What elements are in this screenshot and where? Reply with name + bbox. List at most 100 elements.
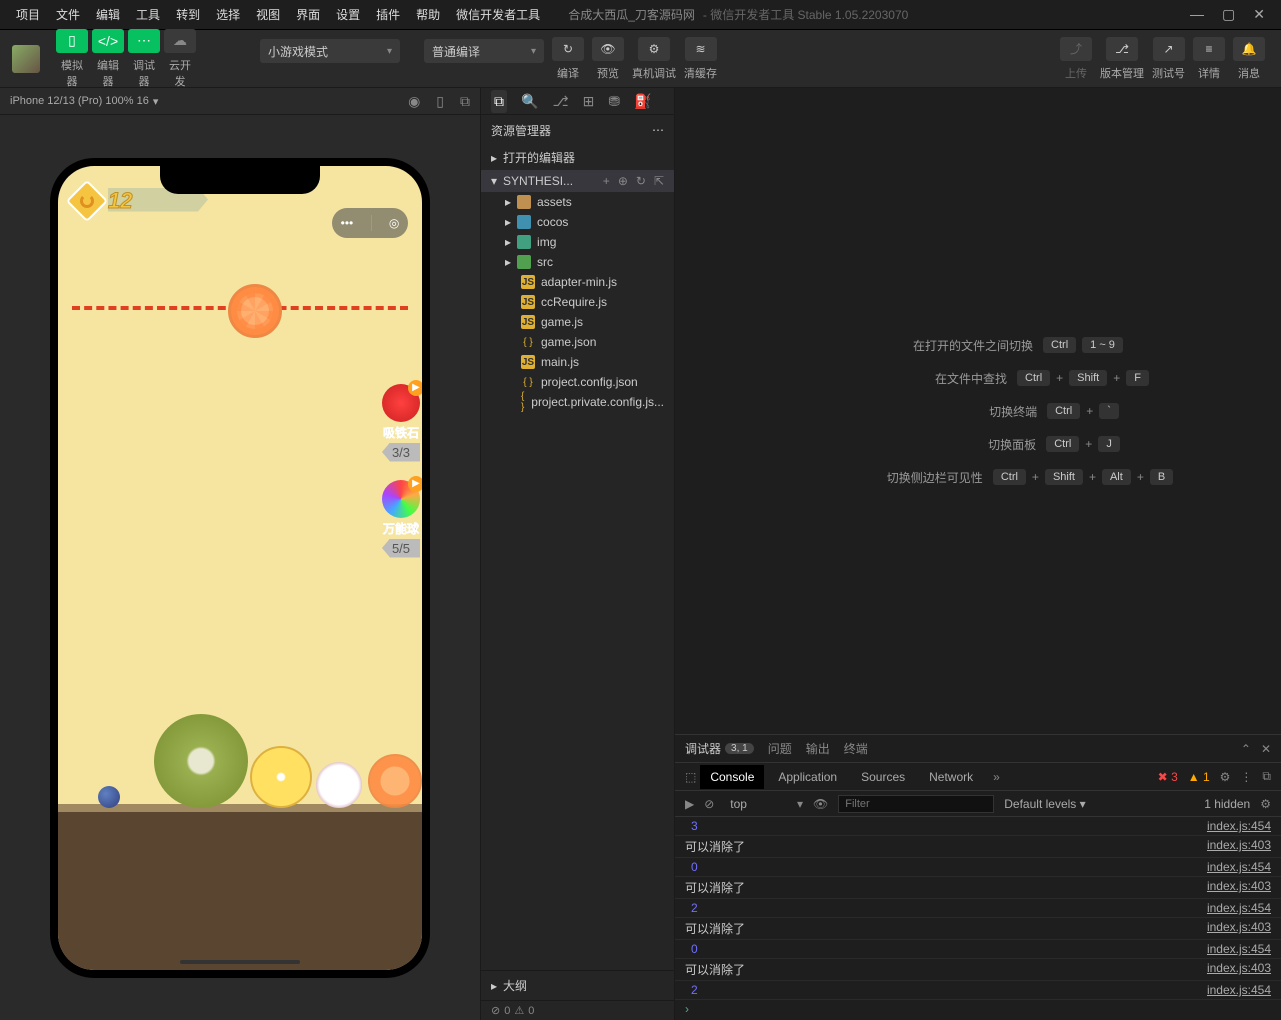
popout-icon[interactable]: ⧉ (460, 93, 470, 110)
device-label[interactable]: iPhone 12/13 (Pro) 100% 16 (10, 95, 149, 107)
explorer-icon[interactable]: ⧉ (491, 90, 507, 113)
clear-cache-button[interactable]: ≋ (685, 37, 717, 61)
clear-icon[interactable]: ⊘ (704, 797, 714, 811)
remote-debug-button[interactable]: ⚙ (638, 37, 670, 61)
project-section[interactable]: ▾ SYNTHESI... +⊕↻⇱ (481, 170, 674, 192)
context-select[interactable]: top (724, 795, 787, 813)
tab-sources[interactable]: Sources (851, 765, 915, 789)
testnum-button[interactable]: ↗ (1153, 37, 1185, 61)
menu-capsule[interactable]: •••◎ (332, 208, 408, 238)
warning-badge[interactable]: ▲ 1 (1188, 770, 1210, 784)
simulator-button[interactable]: ▯ (56, 29, 88, 53)
menu-help[interactable]: 帮助 (408, 6, 448, 23)
gear-icon[interactable]: ⚙ (1260, 797, 1271, 811)
error-badge[interactable]: ✖ 3 (1158, 770, 1178, 784)
file-ccrequire[interactable]: JSccRequire.js (481, 292, 674, 312)
log-source-link[interactable]: index.js:403 (1207, 961, 1271, 978)
preview-button[interactable]: 👁 (592, 37, 624, 61)
folder-src[interactable]: ▸src (481, 252, 674, 272)
mode-dropdown[interactable]: 小游戏模式▾ (260, 39, 400, 63)
more-tabs-icon[interactable]: » (987, 770, 1006, 784)
db-icon[interactable]: ⛃ (608, 93, 620, 110)
gas-icon[interactable]: ⛽ (634, 93, 651, 110)
menu-goto[interactable]: 转到 (168, 6, 208, 23)
close-icon[interactable]: ✕ (1253, 6, 1265, 23)
tab-debugger[interactable]: 调试器3, 1 (685, 740, 754, 757)
menu-ui[interactable]: 界面 (288, 6, 328, 23)
branch-icon[interactable]: ⎇ (552, 93, 568, 110)
eye-icon[interactable]: 👁 (813, 797, 828, 811)
editor-button[interactable]: </> (92, 29, 124, 53)
tab-console[interactable]: Console (700, 765, 764, 789)
log-source-link[interactable]: index.js:403 (1207, 879, 1271, 896)
inspect-icon[interactable]: ⬚ (685, 770, 696, 784)
powerup-ball[interactable]: ▶ 万能球 5/5 (382, 480, 420, 558)
compile-dropdown[interactable]: 普通编译▾ (424, 39, 544, 63)
file-project-config[interactable]: { }project.config.json (481, 372, 674, 392)
tab-terminal[interactable]: 终端 (844, 740, 868, 757)
play-icon[interactable]: ▶ (685, 797, 694, 811)
log-source-link[interactable]: index.js:454 (1207, 819, 1271, 833)
folder-assets[interactable]: ▸assets (481, 192, 674, 212)
collapse-icon[interactable]: ⌃ (1241, 742, 1251, 756)
file-main[interactable]: JSmain.js (481, 352, 674, 372)
menu-plugins[interactable]: 插件 (368, 6, 408, 23)
compile-button[interactable]: ↻ (552, 37, 584, 61)
close-icon[interactable]: ✕ (1261, 742, 1271, 756)
file-adapter[interactable]: JSadapter-min.js (481, 272, 674, 292)
menu-tools[interactable]: 工具 (128, 6, 168, 23)
log-source-link[interactable]: index.js:403 (1207, 920, 1271, 937)
console-output[interactable]: 3index.js:454可以消除了index.js:4030index.js:… (675, 817, 1281, 1020)
log-source-link[interactable]: index.js:454 (1207, 942, 1271, 956)
more-icon[interactable]: ⋯ (652, 123, 664, 137)
powerup-magnet[interactable]: ▶ 吸铁石 3/3 (382, 384, 420, 462)
menu-view[interactable]: 视图 (248, 6, 288, 23)
new-file-icon[interactable]: + (603, 174, 610, 188)
tab-application[interactable]: Application (768, 765, 847, 789)
menu-select[interactable]: 选择 (208, 6, 248, 23)
menu-project[interactable]: 项目 (8, 6, 48, 23)
phone-icon[interactable]: ▯ (436, 93, 444, 110)
maximize-icon[interactable]: ▢ (1222, 6, 1235, 23)
hidden-count[interactable]: 1 hidden (1204, 797, 1250, 811)
debugger-button[interactable]: ⋯ (128, 29, 160, 53)
popout-icon[interactable]: ⧉ (1262, 769, 1271, 784)
file-project-private[interactable]: { }project.private.config.js... (481, 392, 674, 412)
detail-button[interactable]: ≡ (1193, 37, 1225, 61)
log-source-link[interactable]: index.js:454 (1207, 901, 1271, 915)
menu-file[interactable]: 文件 (48, 6, 88, 23)
new-folder-icon[interactable]: ⊕ (618, 174, 628, 188)
levels-select[interactable]: Default levels ▾ (1004, 797, 1085, 811)
folder-cocos[interactable]: ▸cocos (481, 212, 674, 232)
log-source-link[interactable]: index.js:454 (1207, 860, 1271, 874)
version-button[interactable]: ⎇ (1106, 37, 1138, 61)
cloud-button[interactable]: ☁ (164, 29, 196, 53)
outline-section[interactable]: ▸大纲 (481, 970, 674, 1000)
record-icon[interactable]: ◉ (408, 93, 420, 110)
game-screen[interactable]: 12 •••◎ ▶ 吸铁石 3/3 ▶ 万能球 5/5 (58, 166, 422, 970)
error-icon[interactable]: ⊘ (491, 1004, 500, 1017)
chevron-down-icon[interactable]: ▾ (153, 95, 159, 108)
extensions-icon[interactable]: ⊞ (583, 93, 595, 110)
menu-edit[interactable]: 编辑 (88, 6, 128, 23)
menu-settings[interactable]: 设置 (328, 6, 368, 23)
collapse-icon[interactable]: ⇱ (654, 174, 664, 188)
log-source-link[interactable]: index.js:454 (1207, 983, 1271, 997)
warning-icon[interactable]: ⚠ (514, 1004, 524, 1017)
upload-button[interactable]: ⤴ (1060, 37, 1092, 61)
tab-problems[interactable]: 问题 (768, 740, 792, 757)
file-game-json[interactable]: { }game.json (481, 332, 674, 352)
refresh-icon[interactable]: ↻ (636, 174, 646, 188)
filter-input[interactable] (838, 795, 994, 813)
tab-output[interactable]: 输出 (806, 740, 830, 757)
file-game-js[interactable]: JSgame.js (481, 312, 674, 332)
kebab-icon[interactable]: ⋮ (1240, 770, 1252, 784)
log-source-link[interactable]: index.js:403 (1207, 838, 1271, 855)
opened-editors-section[interactable]: ▸打开的编辑器 (481, 145, 674, 170)
tab-network[interactable]: Network (919, 765, 983, 789)
menu-wechat[interactable]: 微信开发者工具 (448, 6, 548, 23)
message-button[interactable]: 🔔 (1233, 37, 1265, 61)
console-prompt[interactable]: › (675, 1000, 1281, 1018)
search-icon[interactable]: 🔍 (521, 93, 538, 110)
avatar[interactable] (12, 45, 40, 73)
